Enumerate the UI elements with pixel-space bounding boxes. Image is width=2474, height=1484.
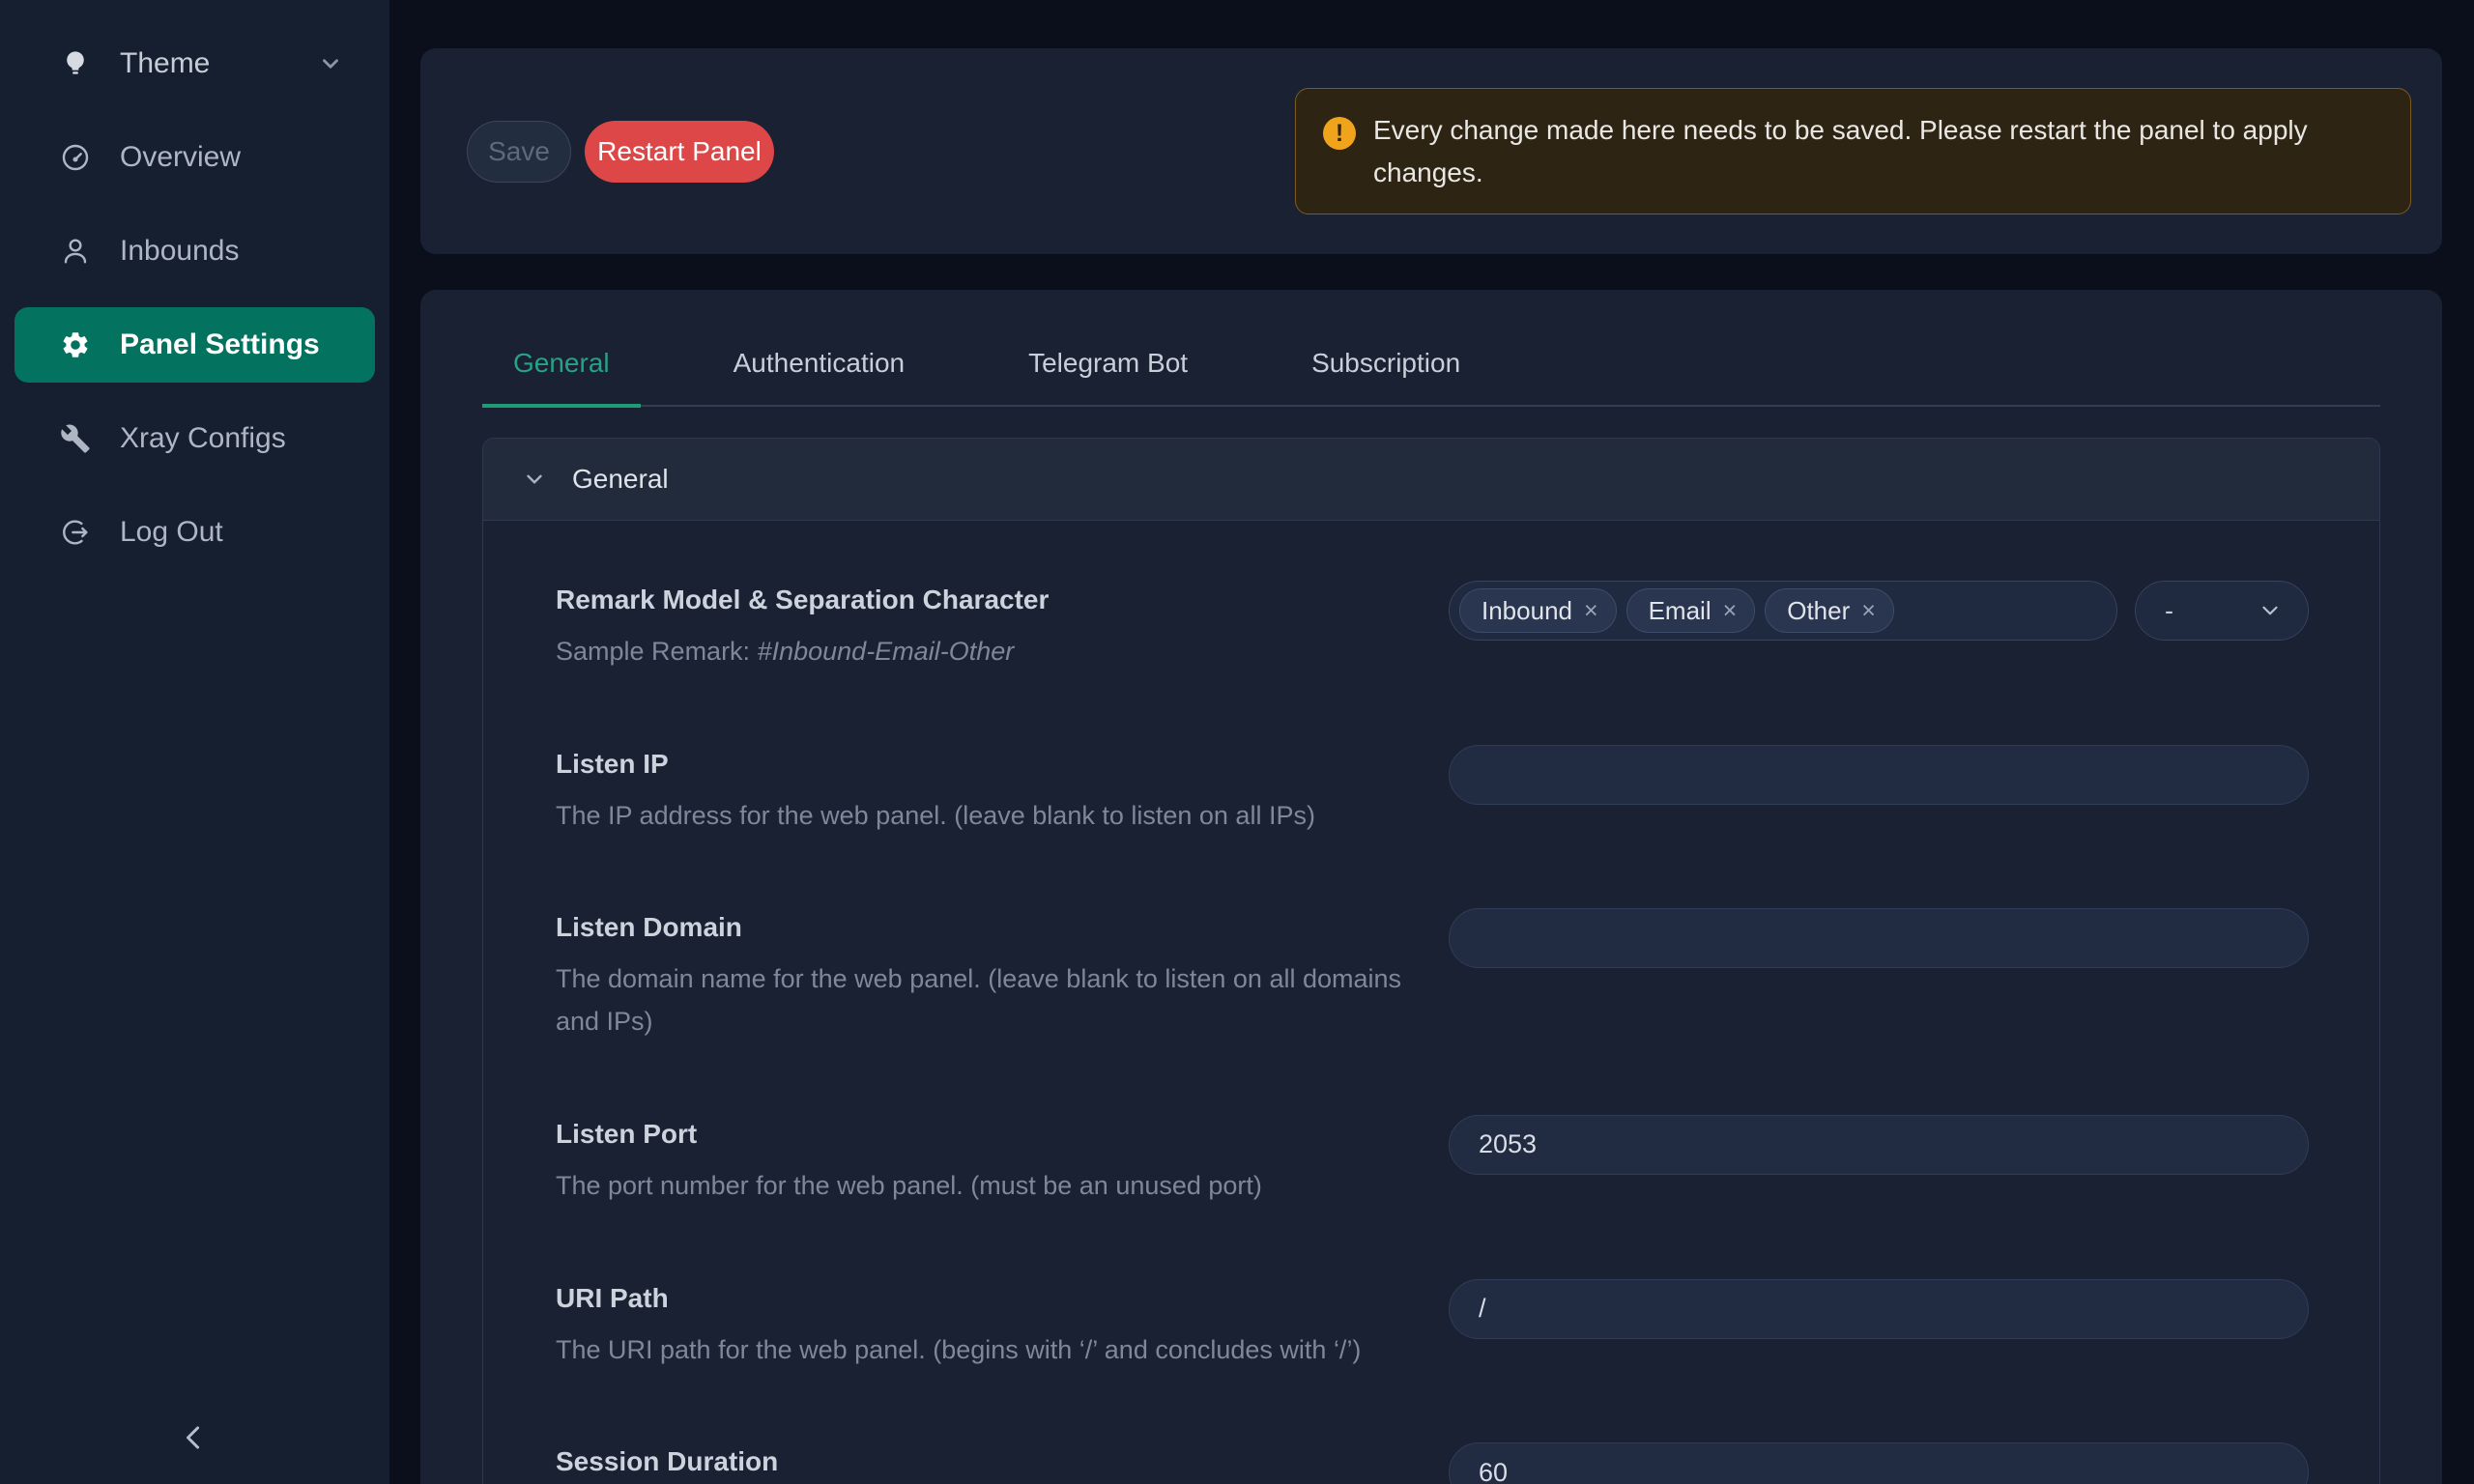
uri-path-desc: The URI path for the web panel. (begins … <box>556 1329 1401 1372</box>
listen-domain-input[interactable] <box>1449 908 2309 968</box>
main-content: Save Restart Panel ! Every change made h… <box>389 0 2474 1484</box>
uri-path-input[interactable] <box>1449 1279 2309 1339</box>
lightbulb-icon <box>60 48 91 79</box>
theme-selector[interactable]: Theme <box>60 39 343 89</box>
restart-warning-alert: ! Every change made here needs to be sav… <box>1295 88 2411 214</box>
sidebar-item-xray-configs[interactable]: Xray Configs <box>14 401 375 476</box>
tag-other: Other × <box>1765 588 1894 633</box>
tag-email: Email × <box>1626 588 1756 633</box>
listen-ip-desc: The IP address for the web panel. (leave… <box>556 795 1401 838</box>
listen-port-label: Listen Port <box>556 1119 1401 1150</box>
general-collapse-panel: General Remark Model & Separation Charac… <box>482 438 2380 1484</box>
sidebar-nav: Overview Inbounds Panel Settings <box>0 120 389 570</box>
chevron-down-icon <box>318 51 343 76</box>
form-row-remark: Remark Model & Separation Character Samp… <box>556 581 2309 673</box>
form-row-listen-ip: Listen IP The IP address for the web pan… <box>556 745 2309 838</box>
settings-tabs: General Authentication Telegram Bot Subs… <box>482 334 2380 407</box>
panel-settings-card: General Authentication Telegram Bot Subs… <box>420 290 2442 1484</box>
uri-path-label: URI Path <box>556 1283 1401 1314</box>
theme-label: Theme <box>120 47 210 80</box>
close-icon[interactable]: × <box>1584 597 1598 625</box>
tab-general[interactable]: General <box>482 334 641 408</box>
restart-panel-button[interactable]: Restart Panel <box>585 121 774 183</box>
warning-icon: ! <box>1323 117 1356 150</box>
action-bar: Save Restart Panel ! Every change made h… <box>420 48 2442 254</box>
close-icon[interactable]: × <box>1723 597 1738 625</box>
close-icon[interactable]: × <box>1861 597 1876 625</box>
save-button[interactable]: Save <box>467 121 571 183</box>
listen-domain-desc: The domain name for the web panel. (leav… <box>556 958 1401 1042</box>
sidebar-item-overview[interactable]: Overview <box>14 120 375 195</box>
sidebar-item-label: Log Out <box>120 516 223 549</box>
user-icon <box>60 236 91 267</box>
sidebar-item-label: Xray Configs <box>120 422 286 455</box>
remark-sample: Sample Remark: #Inbound-Email-Other <box>556 631 1401 673</box>
tag-inbound: Inbound × <box>1459 588 1617 633</box>
sidebar-item-label: Inbounds <box>120 235 239 268</box>
sidebar-collapse-button[interactable] <box>172 1416 215 1459</box>
sidebar-item-panel-settings[interactable]: Panel Settings <box>14 307 375 383</box>
listen-ip-label: Listen IP <box>556 749 1401 780</box>
chevron-down-icon <box>2258 598 2283 623</box>
general-collapse-header[interactable]: General <box>483 439 2379 521</box>
tab-subscription[interactable]: Subscription <box>1280 334 1491 408</box>
chevron-down-icon <box>522 467 547 492</box>
alert-text: Every change made here needs to be saved… <box>1373 109 2383 193</box>
sidebar: Theme Overview Inbounds <box>0 0 389 1484</box>
collapse-title: General <box>572 464 669 495</box>
sidebar-item-inbounds[interactable]: Inbounds <box>14 214 375 289</box>
remark-model-multiselect[interactable]: Inbound × Email × Other × <box>1449 581 2117 641</box>
tab-telegram-bot[interactable]: Telegram Bot <box>997 334 1219 408</box>
dashboard-icon <box>60 142 91 173</box>
listen-port-desc: The port number for the web panel. (must… <box>556 1165 1401 1208</box>
listen-ip-input[interactable] <box>1449 745 2309 805</box>
sidebar-item-logout[interactable]: Log Out <box>14 495 375 570</box>
sidebar-item-label: Overview <box>120 141 241 174</box>
listen-domain-label: Listen Domain <box>556 912 1401 943</box>
separator-value: - <box>2165 596 2173 626</box>
general-form: Remark Model & Separation Character Samp… <box>483 521 2379 1484</box>
sidebar-item-label: Panel Settings <box>120 328 320 361</box>
session-duration-input[interactable] <box>1449 1442 2309 1484</box>
tab-authentication[interactable]: Authentication <box>703 334 935 408</box>
logout-icon <box>60 517 91 548</box>
form-row-listen-domain: Listen Domain The domain name for the we… <box>556 908 2309 1042</box>
form-row-uri-path: URI Path The URI path for the web panel.… <box>556 1279 2309 1372</box>
gear-icon <box>60 329 91 360</box>
form-row-listen-port: Listen Port The port number for the web … <box>556 1115 2309 1208</box>
separation-character-select[interactable]: - <box>2135 581 2309 641</box>
form-row-session-duration: Session Duration The duration for which … <box>556 1442 2309 1484</box>
wrench-icon <box>60 423 91 454</box>
remark-label: Remark Model & Separation Character <box>556 585 1401 615</box>
session-duration-label: Session Duration <box>556 1446 1401 1477</box>
listen-port-input[interactable] <box>1449 1115 2309 1175</box>
